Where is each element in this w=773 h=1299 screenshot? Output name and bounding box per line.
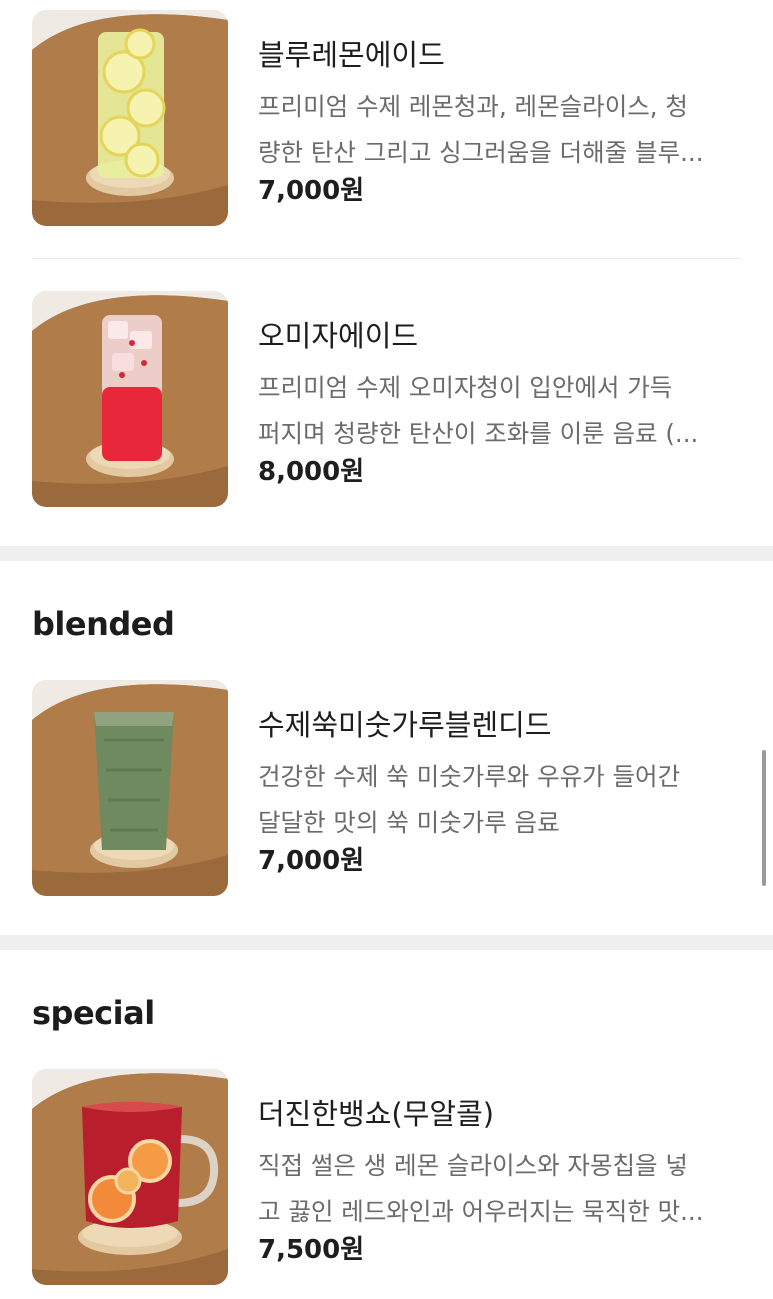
lemonade-glass-icon <box>32 10 228 226</box>
menu-section-special: special 더진한뱅쇼(무알콜) 직접 썰은 생 레몬 슬라이스와 자몽칩을… <box>0 950 773 1299</box>
item-description: 프리미엄 수제 레몬청과, 레몬슬라이스, 청 량한 탄산 그리고 싱그러움을 … <box>258 84 742 176</box>
vertical-scrollbar[interactable] <box>762 750 766 886</box>
mugwort-blended-glass-icon <box>32 680 228 896</box>
section-title: special <box>32 994 155 1032</box>
section-title: blended <box>32 605 175 643</box>
menu-item[interactable]: 더진한뱅쇼(무알콜) 직접 썰은 생 레몬 슬라이스와 자몽칩을 넣 고 끓인 … <box>0 1069 773 1285</box>
section-divider <box>0 546 773 561</box>
item-description-line: 프리미엄 수제 레몬청과, 레몬슬라이스, 청 <box>258 92 688 121</box>
menu-item[interactable]: 블루레몬에이드 프리미엄 수제 레몬청과, 레몬슬라이스, 청 량한 탄산 그리… <box>0 10 773 226</box>
item-name: 블루레몬에이드 <box>258 38 445 72</box>
omija-ade-glass-icon <box>32 291 228 507</box>
item-description-line: 직접 썰은 생 레몬 슬라이스와 자몽칩을 넣 <box>258 1151 688 1180</box>
vin-chaud-mug-icon <box>32 1069 228 1285</box>
section-divider <box>0 935 773 950</box>
menu-section-blended: blended 수제쑥미숫가루블렌디드 건강한 수제 쑥 미숫가루와 우유가 들… <box>0 561 773 935</box>
menu-item[interactable]: 수제쑥미숫가루블렌디드 건강한 수제 쑥 미숫가루와 우유가 들어간 달달한 맛… <box>0 680 773 896</box>
item-description: 건강한 수제 쑥 미숫가루와 우유가 들어간 달달한 맛의 쑥 미숫가루 음료 <box>258 754 742 846</box>
item-price: 7,000원 <box>258 176 365 206</box>
item-name: 더진한뱅쇼(무알콜) <box>258 1097 495 1131</box>
row-divider <box>32 258 741 259</box>
menu-item[interactable]: 오미자에이드 프리미엄 수제 오미자청이 입안에서 가득 퍼지며 청량한 탄산이… <box>0 291 773 507</box>
item-description: 프리미엄 수제 오미자청이 입안에서 가득 퍼지며 청량한 탄산이 조화를 이룬… <box>258 365 742 457</box>
menu-section-ade: 블루레몬에이드 프리미엄 수제 레몬청과, 레몬슬라이스, 청 량한 탄산 그리… <box>0 0 773 546</box>
item-price: 7,500원 <box>258 1235 365 1265</box>
item-name: 오미자에이드 <box>258 319 419 353</box>
item-name: 수제쑥미숫가루블렌디드 <box>258 708 552 742</box>
item-price: 8,000원 <box>258 457 365 487</box>
item-description-line: 프리미엄 수제 오미자청이 입안에서 가득 <box>258 373 673 402</box>
item-description-line: 건강한 수제 쑥 미숫가루와 우유가 들어간 <box>258 762 681 791</box>
item-description: 직접 썰은 생 레몬 슬라이스와 자몽칩을 넣 고 끓인 레드와인과 어우러지는… <box>258 1143 742 1235</box>
item-price: 7,000원 <box>258 846 365 876</box>
